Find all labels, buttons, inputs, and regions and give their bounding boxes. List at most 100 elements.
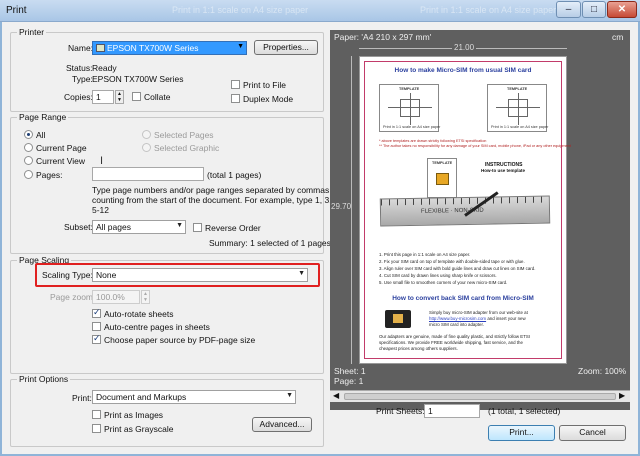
print-as-grayscale-checkbox[interactable] xyxy=(92,424,101,433)
pages-input[interactable] xyxy=(92,167,204,181)
maximize-button[interactable]: □ xyxy=(582,1,606,18)
template-caption-right: Print in 1:1 scale on A4 size paper xyxy=(491,125,549,129)
all-radio[interactable] xyxy=(24,130,33,139)
cancel-button[interactable]: Cancel xyxy=(559,425,626,441)
page-zoom-label: Page zoom: xyxy=(50,292,96,302)
page-label: Page: 1 xyxy=(334,376,364,386)
subset-value: All pages xyxy=(96,222,131,232)
preview-scrollbar[interactable]: ◀ ▶ xyxy=(330,390,630,402)
selected-pages-radio[interactable] xyxy=(142,130,151,139)
page-zoom-input[interactable]: 100.0% xyxy=(92,290,140,304)
scroll-right-icon[interactable]: ▶ xyxy=(619,391,625,400)
printer-icon xyxy=(96,44,105,52)
printer-name-value: EPSON TX700W Series xyxy=(107,43,199,53)
pages-help-line2: counting from the start of the document.… xyxy=(92,195,332,205)
template-label-right: TEMPLATE xyxy=(507,87,528,91)
text-cursor-icon: I xyxy=(100,155,104,167)
print-to-file-label: Print to File xyxy=(243,80,286,90)
minimize-button[interactable]: – xyxy=(556,1,581,18)
template-caption-left: Print in 1:1 scale on A4 size paper xyxy=(383,125,441,129)
chevron-down-icon: ▼ xyxy=(237,43,244,50)
print-to-file-checkbox[interactable] xyxy=(231,80,240,89)
doc-adapter-text-3: cheapest prices among others suppliers. xyxy=(379,346,458,351)
document-border: How to make Micro-SIM from usual SIM car… xyxy=(364,61,571,359)
subset-label: Subset: xyxy=(64,222,93,232)
unit-label: cm xyxy=(612,32,624,42)
pages-radio[interactable] xyxy=(24,170,33,179)
zoom-label: Zoom: 100% xyxy=(578,366,627,376)
sheet-label: Sheet: 1 xyxy=(334,366,366,376)
duplex-mode-label: Duplex Mode xyxy=(243,94,294,104)
window-titlebar: Print Print in 1:1 scale on A4 size pape… xyxy=(0,0,640,22)
printer-legend: Printer xyxy=(17,27,47,37)
auto-centre-checkbox[interactable] xyxy=(92,322,101,331)
height-dimension: 29.70 xyxy=(331,202,352,211)
subset-select[interactable]: All pages ▼ xyxy=(92,220,186,234)
doc-title: How to make Micro-SIM from usual SIM car… xyxy=(394,67,532,74)
printer-name-select[interactable]: EPSON TX700W Series ▼ xyxy=(92,41,247,55)
adapter-chip xyxy=(393,314,403,323)
doc-note-1: * above templates are drawn strictly fol… xyxy=(379,139,487,143)
print-button[interactable]: Print... xyxy=(488,425,555,441)
chevron-down-icon: ▼ xyxy=(176,222,183,229)
page-range-summary: Summary: 1 selected of 1 pages xyxy=(209,238,331,248)
scroll-left-icon[interactable]: ◀ xyxy=(333,391,339,400)
instructions-template-label: TEMPLATE xyxy=(432,161,453,165)
print-what-value: Document and Markups xyxy=(96,392,187,402)
collate-label: Collate xyxy=(144,92,171,102)
doc-adapter-text-1: Our adapters are genuine, made of fine q… xyxy=(379,334,531,339)
current-page-radio[interactable] xyxy=(24,143,33,152)
copies-stepper[interactable]: ▲ ▼ xyxy=(115,90,124,104)
preview-paper: How to make Micro-SIM from usual SIM car… xyxy=(359,56,571,364)
properties-button[interactable]: Properties... xyxy=(254,40,318,55)
print-dialog: Printer Name: EPSON TX700W Series ▼ Prop… xyxy=(2,22,638,454)
ghost-title-2: Print in 1:1 scale on A4 size paper xyxy=(420,5,557,15)
print-as-images-checkbox[interactable] xyxy=(92,410,101,419)
printer-name-label: Name: xyxy=(68,43,94,53)
duplex-mode-checkbox[interactable] xyxy=(231,94,240,103)
print-sheets-label: Print Sheets: xyxy=(376,406,425,416)
selected-graphic-label: Selected Graphic xyxy=(154,143,220,153)
page-zoom-stepper[interactable]: ▲ ▼ xyxy=(141,290,150,304)
copies-input[interactable]: 1 xyxy=(92,90,114,104)
auto-rotate-checkbox[interactable] xyxy=(92,307,101,318)
height-dimension-line xyxy=(351,56,352,364)
doc-convert-title: How to convert back SIM card from Micro-… xyxy=(392,295,534,302)
width-dimension: 21.00 xyxy=(452,43,477,52)
reverse-order-checkbox[interactable] xyxy=(193,223,202,232)
chevron-down-icon: ▼ xyxy=(286,392,293,399)
pages-total: (total 1 pages) xyxy=(207,170,262,180)
selected-graphic-radio[interactable] xyxy=(142,143,151,152)
doc-adapter-text-2: specifications. We provide FREE worldwid… xyxy=(379,340,523,345)
auto-centre-label: Auto-centre pages in sheets xyxy=(104,322,210,332)
print-options-legend: Print Options xyxy=(17,374,71,384)
close-button[interactable]: ✕ xyxy=(607,1,637,18)
doc-buy-link[interactable]: http://www.buy-microsim.com xyxy=(429,316,486,321)
print-as-images-label: Print as Images xyxy=(104,410,164,420)
doc-step-3: 3. Align ruler over SIM card with bold g… xyxy=(379,266,536,271)
doc-step-4: 4. Cut SIM card by drawn lines using sha… xyxy=(379,273,497,278)
print-as-grayscale-label: Print as Grayscale xyxy=(104,424,174,434)
print-preview: Paper: 'A4 210 x 297 mm' cm 21.00 29.70 … xyxy=(330,30,630,410)
micro-sim-adapter-image xyxy=(385,310,411,328)
copies-label: Copies: xyxy=(64,92,93,102)
auto-rotate-label: Auto-rotate sheets xyxy=(104,309,174,319)
type-label: Type: xyxy=(72,74,93,84)
advanced-button[interactable]: Advanced... xyxy=(252,417,312,432)
choose-source-checkbox[interactable] xyxy=(92,333,101,344)
page-range-legend: Page Range xyxy=(17,112,69,122)
instructions-subtitle: How-to use template xyxy=(481,168,526,173)
print-sheets-input[interactable]: 1 xyxy=(424,404,480,418)
doc-step-5: 5. Use small file to smoothen corners of… xyxy=(379,280,508,285)
current-view-label: Current View xyxy=(36,156,85,166)
page-zoom-value: 100.0% xyxy=(96,292,125,302)
collate-checkbox[interactable] xyxy=(132,92,141,101)
sim-template-right: TEMPLATE Print in 1:1 scale on A4 size p… xyxy=(487,84,549,132)
choose-source-label: Choose paper source by PDF-page size xyxy=(104,335,256,345)
sim-card-image xyxy=(436,173,449,185)
print-what-select[interactable]: Document and Markups ▼ xyxy=(92,390,296,404)
all-label: All xyxy=(36,130,46,140)
scrollbar-thumb[interactable] xyxy=(344,393,616,400)
current-view-radio[interactable] xyxy=(24,156,33,165)
doc-buy-text-2: and insert your new xyxy=(487,316,526,321)
